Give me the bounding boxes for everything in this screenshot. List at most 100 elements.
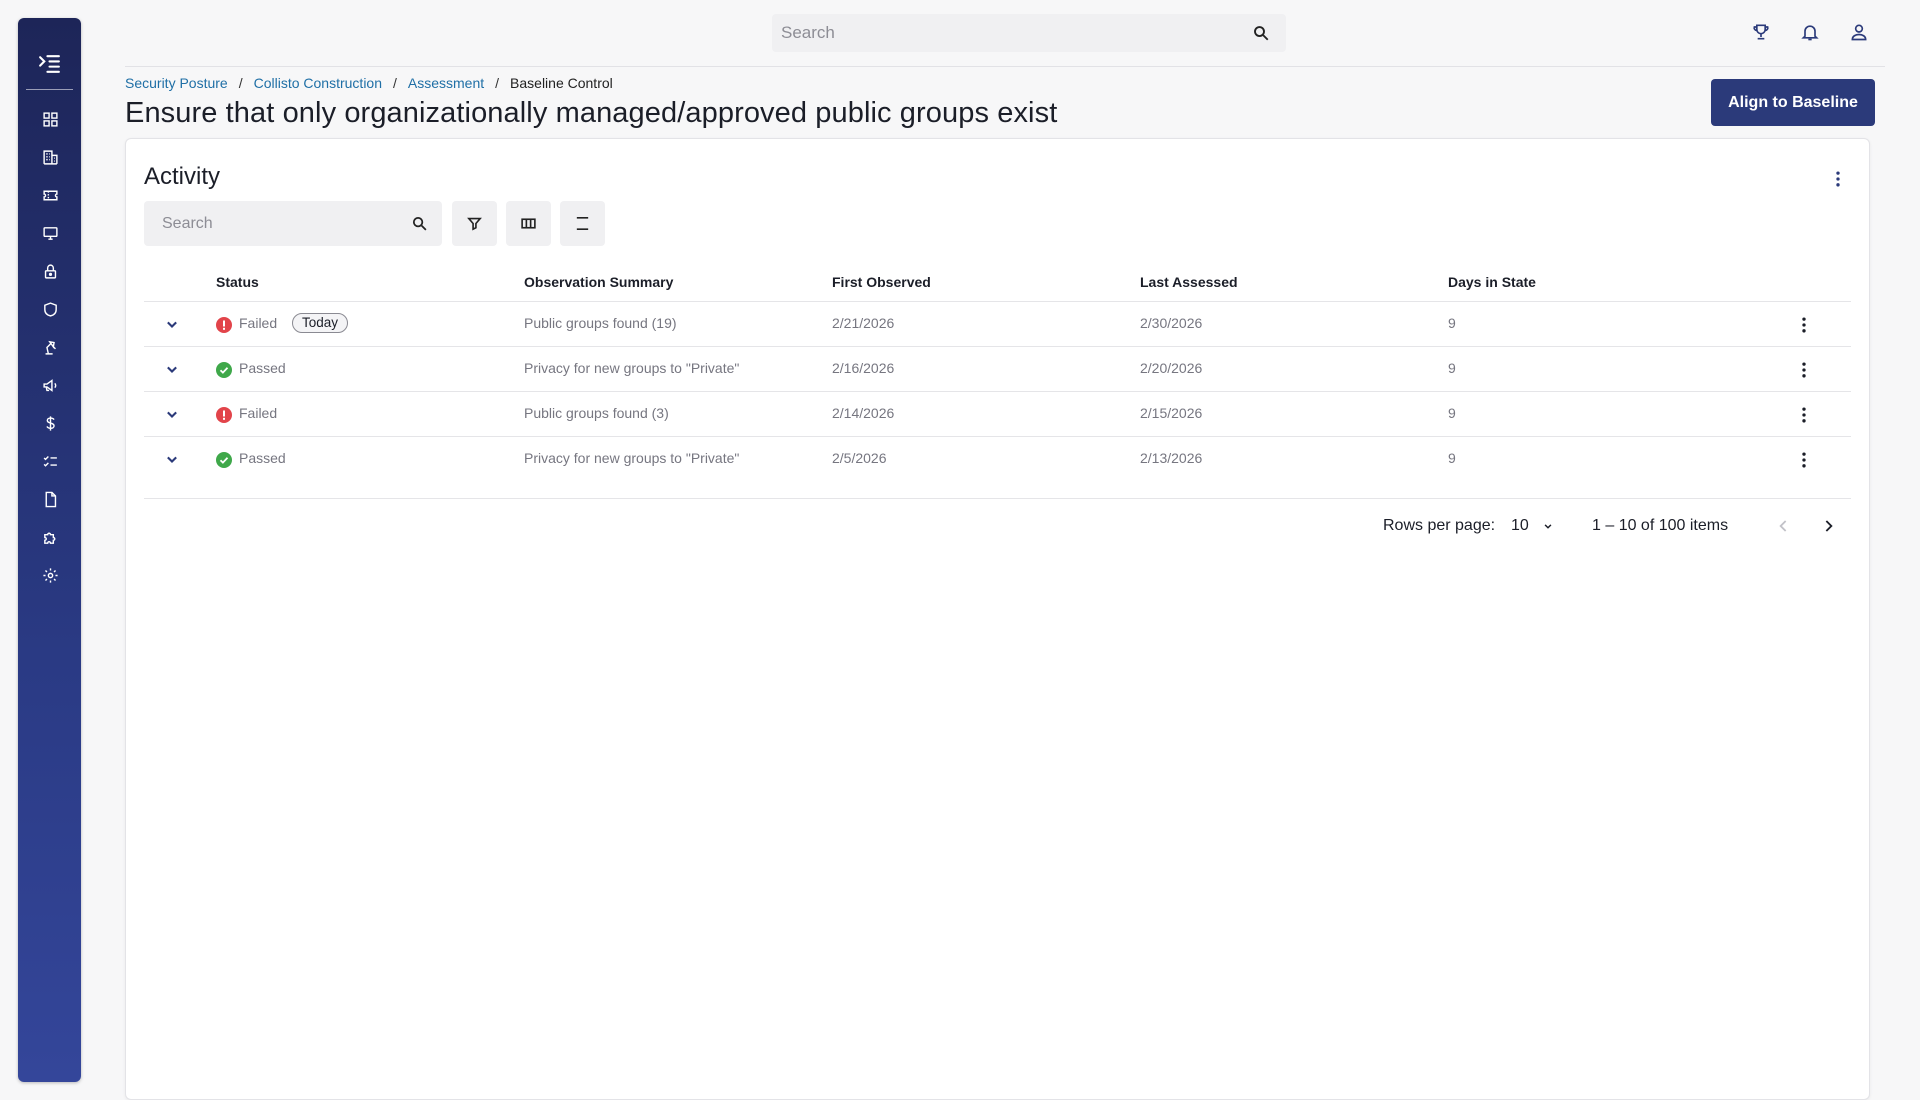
more-vertical-icon[interactable]: [1828, 169, 1848, 189]
desk-lamp-icon: [45, 340, 56, 355]
global-search-input[interactable]: [772, 14, 1231, 52]
activity-search: [144, 201, 442, 246]
filter-button[interactable]: [452, 201, 497, 246]
dollar-icon: [45, 415, 55, 431]
sidebar-divider: [26, 89, 73, 90]
sidebar-item-tasks[interactable]: [38, 449, 62, 473]
density-icon: [576, 217, 589, 230]
lock-icon: [44, 263, 56, 279]
sidebar-item-campaigns[interactable]: [38, 373, 62, 397]
breadcrumb-assessment[interactable]: Assessment: [408, 75, 484, 91]
monitor-icon: [42, 226, 58, 240]
activity-card: Activity Status Observation Summary Firs…: [125, 138, 1870, 1100]
puzzle-icon: [43, 532, 55, 544]
first-observed: 2/14/2026: [832, 405, 895, 421]
rows-per-page-select[interactable]: 10: [1511, 513, 1561, 539]
table-row[interactable]: Passed Privacy for new groups to "Privat…: [144, 346, 1851, 392]
days-in-state: 9: [1448, 405, 1456, 421]
chevron-down-icon[interactable]: [162, 359, 182, 379]
pagination-range: 1 – 10 of 100 items: [1592, 517, 1729, 534]
shield-icon: [43, 301, 57, 317]
dashboard-icon: [42, 111, 58, 127]
breadcrumb-separator: /: [238, 75, 243, 91]
density-button[interactable]: [560, 201, 605, 246]
column-header-observation-summary[interactable]: Observation Summary: [524, 274, 673, 290]
chevron-down-icon: [1544, 524, 1552, 529]
page-title: Ensure that only organizationally manage…: [125, 97, 1058, 129]
sidebar-item-reports[interactable]: [38, 487, 62, 511]
sidebar-item-billing[interactable]: [38, 411, 62, 435]
table-row[interactable]: Failed Today Public groups found (19) 2/…: [144, 301, 1851, 347]
check-circle-icon: [216, 452, 232, 468]
user-icon[interactable]: [1849, 22, 1869, 42]
days-in-state: 9: [1448, 360, 1456, 376]
bell-icon[interactable]: [1800, 22, 1820, 42]
breadcrumb-current: Baseline Control: [510, 75, 613, 91]
status-text: Failed: [239, 405, 278, 421]
sidebar-item-security[interactable]: [38, 259, 62, 283]
status-text: Passed: [239, 360, 286, 376]
first-observed: 2/16/2026: [832, 360, 895, 376]
sidebar-item-organizations[interactable]: [38, 145, 62, 169]
sidebar-item-tickets[interactable]: [38, 183, 62, 207]
settings-icon: [42, 567, 58, 583]
align-to-baseline-button[interactable]: Align to Baseline: [1711, 79, 1875, 126]
last-assessed: 2/20/2026: [1140, 360, 1203, 376]
document-icon: [45, 491, 56, 507]
breadcrumb-organization[interactable]: Collisto Construction: [254, 75, 382, 91]
first-observed: 2/21/2026: [832, 315, 895, 331]
last-assessed: 2/15/2026: [1140, 405, 1203, 421]
columns-button[interactable]: [506, 201, 551, 246]
table-row[interactable]: Failed Public groups found (3) 2/14/2026…: [144, 391, 1851, 437]
sidebar-item-dashboard[interactable]: [38, 107, 62, 131]
check-circle-icon: [216, 362, 232, 378]
more-vertical-icon[interactable]: [1794, 405, 1814, 425]
rows-per-page-value: 10: [1511, 517, 1529, 534]
observation-summary: Public groups found (3): [524, 405, 669, 421]
table-row[interactable]: Passed Privacy for new groups to "Privat…: [144, 436, 1851, 482]
rows-per-page-label: Rows per page:: [1383, 517, 1496, 534]
global-search: [772, 14, 1286, 52]
trophy-icon[interactable]: [1751, 22, 1771, 42]
more-vertical-icon[interactable]: [1794, 360, 1814, 380]
sidebar-item-settings[interactable]: [38, 563, 62, 587]
menu-collapse-icon[interactable]: [37, 51, 62, 76]
status-text: Passed: [239, 450, 286, 466]
more-vertical-icon[interactable]: [1794, 450, 1814, 470]
search-icon[interactable]: [1252, 24, 1270, 42]
chevron-right-icon[interactable]: [1818, 516, 1838, 536]
column-header-status[interactable]: Status: [216, 274, 259, 290]
error-icon: [216, 407, 232, 423]
checklist-icon: [43, 455, 57, 467]
today-badge: Today: [292, 313, 349, 333]
observation-summary: Privacy for new groups to "Private": [524, 360, 740, 376]
chevron-down-icon[interactable]: [162, 449, 182, 469]
chevron-down-icon[interactable]: [162, 314, 182, 334]
observation-summary: Privacy for new groups to "Private": [524, 450, 740, 466]
chevron-left-icon[interactable]: [1774, 516, 1794, 536]
column-header-first-observed[interactable]: First Observed: [832, 274, 931, 290]
breadcrumb-separator: /: [495, 75, 500, 91]
status-text: Failed: [239, 315, 278, 331]
sidebar: [18, 18, 81, 1082]
building-icon: [42, 149, 58, 165]
days-in-state: 9: [1448, 450, 1456, 466]
ticket-icon: [42, 190, 58, 200]
search-icon[interactable]: [411, 215, 428, 232]
activity-search-input[interactable]: [144, 201, 412, 246]
sidebar-item-insights[interactable]: [38, 335, 62, 359]
last-assessed: 2/30/2026: [1140, 315, 1203, 331]
sidebar-item-devices[interactable]: [38, 221, 62, 245]
column-header-days-in-state[interactable]: Days in State: [1448, 274, 1536, 290]
column-header-last-assessed[interactable]: Last Assessed: [1140, 274, 1238, 290]
table-divider: [144, 498, 1851, 499]
chevron-down-icon[interactable]: [162, 404, 182, 424]
megaphone-icon: [42, 378, 56, 392]
more-vertical-icon[interactable]: [1794, 315, 1814, 335]
columns-icon: [521, 218, 536, 229]
sidebar-item-protection[interactable]: [38, 297, 62, 321]
sidebar-item-integrations[interactable]: [38, 525, 62, 549]
breadcrumb-security-posture[interactable]: Security Posture: [125, 75, 228, 91]
last-assessed: 2/13/2026: [1140, 450, 1203, 466]
header-divider: [125, 66, 1885, 67]
